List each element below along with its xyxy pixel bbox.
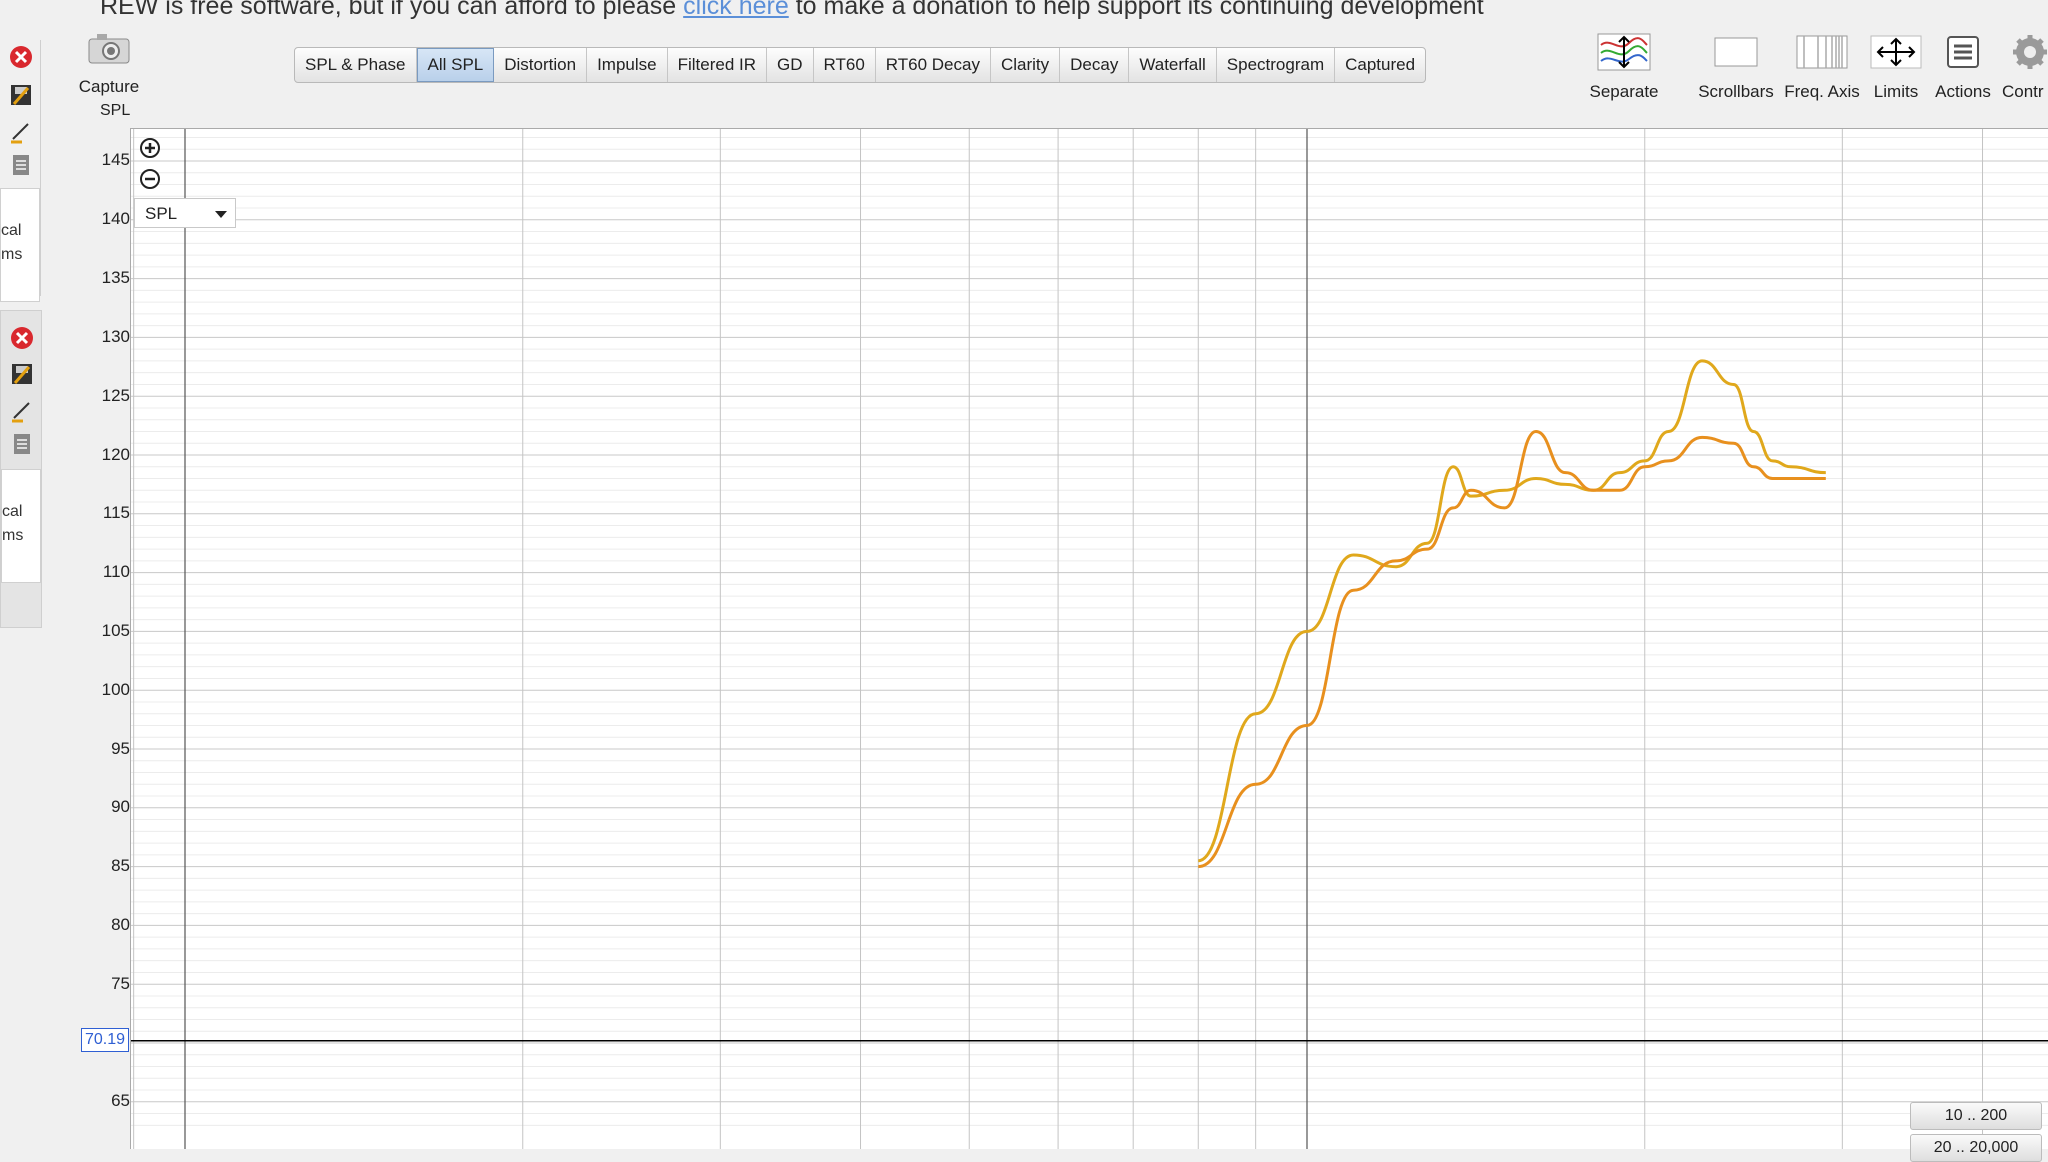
tab-gd[interactable]: GD: [767, 48, 814, 82]
y-axis-select[interactable]: SPL: [134, 198, 236, 228]
separate-button[interactable]: Separate: [1584, 30, 1664, 102]
donation-link[interactable]: click here: [683, 0, 789, 20]
y-tick-label: 75: [111, 974, 130, 993]
gear-icon: [2013, 35, 2047, 69]
spl-curve-1: [1197, 359, 1826, 863]
zoom-in-icon[interactable]: [138, 136, 162, 160]
y-axis-select-value: SPL: [145, 204, 178, 223]
tab-captured[interactable]: Captured: [1335, 48, 1425, 82]
tab-distortion[interactable]: Distortion: [494, 48, 588, 82]
y-tick-label: 90: [111, 797, 130, 816]
y-tick-label: 125: [101, 386, 130, 405]
y-axis-labels: 145 140 135 130 125 120 115 110 105 100 …: [0, 0, 130, 1148]
actions-icon: [1947, 36, 1979, 68]
donation-banner: REW is free software, but if you can aff…: [100, 0, 1484, 22]
tab-clarity[interactable]: Clarity: [991, 48, 1061, 82]
zoom-out-icon[interactable]: [138, 167, 162, 191]
y-tick-label: 100: [101, 680, 130, 699]
banner-text-before: REW is free software, but if you can aff…: [100, 0, 684, 20]
range-button-10-200[interactable]: 10 .. 200: [1910, 1102, 2042, 1130]
spl-curve-2: [1197, 429, 1826, 869]
tab-decay[interactable]: Decay: [1060, 48, 1130, 82]
freq-axis-button[interactable]: Freq. Axis: [1782, 30, 1862, 102]
separate-label: Separate: [1589, 82, 1659, 101]
y-tick-label: 95: [111, 739, 130, 758]
controls-label: Contr: [2002, 82, 2044, 101]
tab-impulse[interactable]: Impulse: [587, 48, 668, 82]
chevron-down-icon: [215, 211, 227, 218]
spl-graph-canvas[interactable]: [131, 129, 2048, 1149]
tab-rt60[interactable]: RT60: [814, 48, 876, 82]
measurement-curves: [1197, 359, 1826, 869]
y-tick-label: 105: [101, 621, 130, 640]
freq-axis-label: Freq. Axis: [1784, 82, 1860, 101]
tab-all-spl[interactable]: All SPL: [416, 48, 495, 82]
y-tick-label: 85: [111, 856, 130, 875]
banner-text-after: to make a donation to help support its c…: [788, 0, 1484, 20]
y-tick-label: 140: [101, 209, 130, 228]
tab-spl-phase[interactable]: SPL & Phase: [295, 48, 417, 82]
limits-label: Limits: [1873, 82, 1919, 101]
y-tick-label: 135: [101, 268, 130, 287]
actions-button[interactable]: Actions: [1930, 30, 1996, 102]
range-button-20-20000[interactable]: 20 .. 20,000: [1910, 1134, 2042, 1162]
separate-icon: [1597, 33, 1651, 71]
spl-graph-area[interactable]: [130, 128, 2048, 1149]
tab-spectrogram[interactable]: Spectrogram: [1217, 48, 1336, 82]
scrollbars-button[interactable]: Scrollbars: [1696, 30, 1776, 102]
tab-waterfall[interactable]: Waterfall: [1129, 48, 1217, 82]
tab-rt60-decay[interactable]: RT60 Decay: [876, 48, 991, 82]
y-tick-label: 115: [102, 503, 130, 522]
horizontal-gridlines: [131, 136, 2048, 1126]
y-tick-label: 65: [111, 1091, 130, 1110]
y-tick-label: 110: [102, 562, 130, 581]
freq-axis-icon: [1796, 35, 1848, 69]
y-tick-label: 145: [101, 150, 130, 169]
y-tick-label: 80: [111, 915, 130, 934]
cursor-value-label: 70.19: [81, 1028, 129, 1052]
limits-button[interactable]: Limits: [1866, 30, 1926, 102]
scrollbars-label: Scrollbars: [1698, 82, 1774, 101]
y-tick-label: 130: [101, 327, 130, 346]
graph-tab-bar: SPL & Phase All SPL Distortion Impulse F…: [294, 47, 1427, 83]
limits-icon: [1870, 35, 1922, 69]
y-tick-label: 120: [101, 445, 130, 464]
tab-filtered-ir[interactable]: Filtered IR: [668, 48, 768, 82]
scrollbars-icon: [1714, 37, 1758, 67]
controls-button[interactable]: Contr: [1998, 30, 2048, 102]
actions-label: Actions: [1935, 82, 1991, 101]
